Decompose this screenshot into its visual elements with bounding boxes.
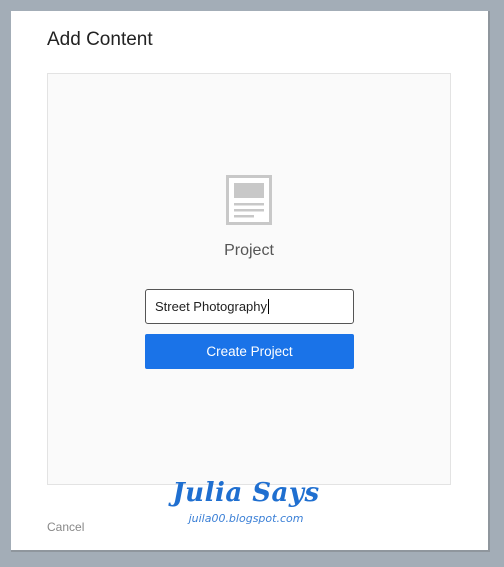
- project-panel: Project Street Photography Create Projec…: [47, 73, 451, 485]
- watermark: Julia Says juila00.blogspot.com: [166, 478, 326, 525]
- project-name-input[interactable]: Street Photography: [145, 289, 354, 324]
- dialog-title: Add Content: [47, 29, 153, 50]
- cancel-button[interactable]: Cancel: [47, 520, 84, 534]
- project-name-value: Street Photography: [155, 299, 268, 314]
- create-project-button[interactable]: Create Project: [145, 334, 354, 369]
- watermark-title: Julia Says: [172, 478, 320, 508]
- text-caret: [268, 299, 270, 314]
- project-type-label: Project: [224, 242, 274, 259]
- watermark-url: juila00.blogspot.com: [188, 512, 304, 525]
- add-content-dialog: Add Content Project Street Photography C…: [11, 11, 490, 552]
- document-icon: [226, 175, 272, 225]
